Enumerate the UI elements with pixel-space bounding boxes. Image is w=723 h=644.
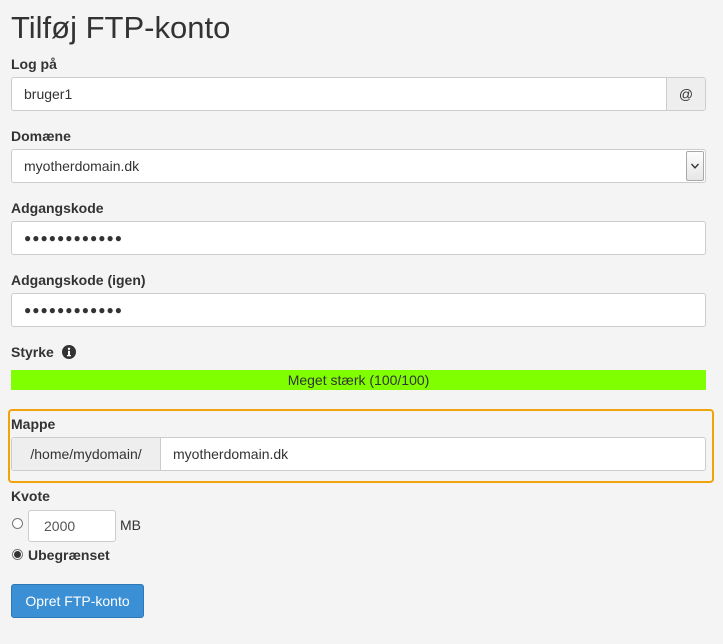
password-strength-meter: Meget stærk (100/100) (11, 370, 706, 390)
password-masked-value: ●●●●●●●●●●●● (24, 231, 123, 245)
password-again-masked-value: ●●●●●●●●●●●● (24, 303, 123, 317)
login-label: Log på (11, 56, 57, 72)
domain-label: Domæne (11, 128, 71, 144)
domain-selected-value: myotherdomain.dk (24, 158, 140, 174)
strength-label-row: Styrke (11, 343, 76, 363)
directory-input[interactable]: myotherdomain.dk (161, 438, 288, 470)
login-input[interactable]: bruger1 (12, 78, 666, 110)
chevron-down-icon[interactable] (686, 151, 704, 181)
quota-unit: MB (120, 517, 141, 533)
strength-bar-text: Meget stærk (100/100) (287, 372, 430, 388)
page-title: Tilføj FTP-konto (11, 10, 231, 45)
strength-label: Styrke (11, 344, 54, 360)
directory-input-group[interactable]: /home/mydomain/ myotherdomain.dk (11, 437, 706, 471)
password-again-input[interactable]: ●●●●●●●●●●●● (11, 293, 706, 327)
password-label: Adgangskode (11, 200, 104, 216)
at-sign-addon: @ (666, 78, 705, 110)
quota-input[interactable]: 2000 (28, 510, 116, 542)
quota-label: Kvote (11, 488, 50, 504)
directory-prefix: /home/mydomain/ (12, 438, 161, 470)
login-input-group[interactable]: bruger1 @ (11, 77, 706, 111)
domain-select[interactable]: myotherdomain.dk (11, 149, 706, 183)
info-circle-icon[interactable] (61, 345, 76, 363)
quota-limited-radio[interactable] (12, 518, 23, 529)
password-again-label: Adgangskode (igen) (11, 272, 146, 288)
password-input[interactable]: ●●●●●●●●●●●● (11, 221, 706, 255)
quota-unlimited-label[interactable]: Ubegrænset (28, 546, 110, 564)
quota-unlimited-radio[interactable] (12, 549, 23, 560)
create-ftp-account-button[interactable]: Opret FTP-konto (11, 584, 144, 618)
directory-label: Mappe (11, 416, 56, 432)
